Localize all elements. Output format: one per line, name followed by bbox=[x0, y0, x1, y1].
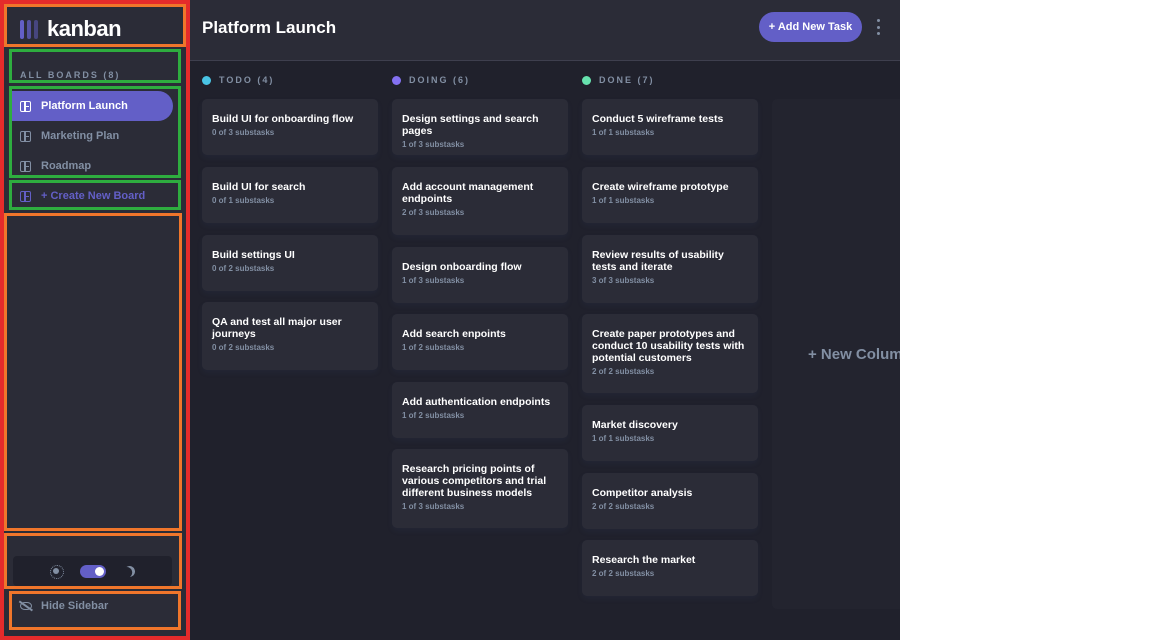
task-subtasks: 0 of 1 substasks bbox=[212, 196, 275, 205]
switch-knob bbox=[95, 566, 104, 576]
hide-sidebar-button[interactable]: Hide Sidebar bbox=[20, 598, 108, 614]
header: Platform Launch + Add New Task bbox=[190, 0, 900, 61]
task-title: Build UI for onboarding flow bbox=[212, 113, 354, 125]
task-title: Review results of usability tests and it… bbox=[592, 249, 724, 273]
task-subtasks: 1 of 2 substasks bbox=[402, 343, 465, 352]
board-icon bbox=[20, 160, 31, 172]
logo-text: kanban bbox=[47, 16, 122, 41]
column-done: DONE (7) bbox=[582, 74, 758, 86]
task-title: Research the market bbox=[592, 554, 696, 566]
task-card[interactable]: Build UI for search 0 of 1 substasks bbox=[202, 167, 378, 223]
create-board-label: + Create New Board bbox=[41, 190, 146, 202]
task-card[interactable]: Add account management endpoints 2 of 3 … bbox=[392, 167, 568, 235]
column-todo: TODO (4) bbox=[202, 74, 378, 86]
task-subtasks: 0 of 2 substasks bbox=[212, 343, 275, 352]
hide-sidebar-label: Hide Sidebar bbox=[41, 600, 109, 612]
task-subtasks: 2 of 2 substasks bbox=[592, 569, 655, 578]
sidebar-empty-region bbox=[4, 213, 182, 531]
task-card[interactable]: Competitor analysis 2 of 2 substasks bbox=[582, 473, 758, 529]
add-new-task-button[interactable]: + Add New Task bbox=[759, 12, 862, 42]
task-subtasks: 1 of 3 substasks bbox=[402, 140, 465, 149]
task-subtasks: 0 of 3 substasks bbox=[212, 128, 275, 137]
task-title: Market discovery bbox=[592, 419, 678, 431]
theme-toggle bbox=[13, 556, 172, 586]
new-column-button[interactable]: + New Column bbox=[772, 99, 900, 609]
column-header: TODO (4) bbox=[202, 74, 378, 86]
task-title: Competitor analysis bbox=[592, 487, 693, 499]
column-title: TODO (4) bbox=[219, 75, 275, 85]
column-header: DOING (6) bbox=[392, 74, 568, 86]
task-subtasks: 2 of 3 substasks bbox=[402, 208, 465, 217]
task-card[interactable]: Design onboarding flow 1 of 3 substasks bbox=[392, 247, 568, 303]
task-card[interactable]: Build settings UI 0 of 2 substasks bbox=[202, 235, 378, 291]
status-dot bbox=[582, 75, 591, 85]
task-title: Conduct 5 wireframe tests bbox=[592, 113, 724, 125]
board-icon bbox=[20, 130, 31, 142]
sidebar-item-roadmap[interactable]: Roadmap bbox=[12, 151, 173, 181]
column-doing: DOING (6) bbox=[392, 74, 568, 86]
task-title: Add authentication endpoints bbox=[402, 396, 551, 408]
task-title: Design settings and search pages bbox=[402, 113, 539, 137]
board-icon bbox=[20, 100, 31, 112]
page-title: Platform Launch bbox=[202, 18, 337, 37]
task-card[interactable]: Design settings and search pages 1 of 3 … bbox=[392, 99, 568, 155]
task-title: QA and test all major user journeys bbox=[212, 316, 342, 340]
task-card[interactable]: Market discovery 1 of 1 substasks bbox=[582, 405, 758, 461]
theme-switch[interactable] bbox=[80, 564, 106, 578]
task-title: Add account management endpoints bbox=[402, 181, 534, 205]
task-subtasks: 1 of 3 substasks bbox=[402, 276, 465, 285]
sun-icon bbox=[50, 565, 64, 579]
logo: kanban bbox=[20, 16, 122, 42]
sidebar-item-label: Marketing Plan bbox=[41, 130, 120, 142]
sidebar-item-marketing-plan[interactable]: Marketing Plan bbox=[12, 121, 173, 151]
task-subtasks: 1 of 2 substasks bbox=[402, 411, 465, 420]
eye-slash-icon bbox=[20, 602, 32, 610]
column-header: DONE (7) bbox=[582, 74, 758, 86]
column-title: DONE (7) bbox=[599, 75, 655, 85]
task-title: Create paper prototypes and conduct 10 u… bbox=[592, 328, 745, 364]
task-title: Build UI for search bbox=[212, 181, 306, 193]
create-new-board-button[interactable]: + Create New Board bbox=[12, 181, 173, 211]
task-subtasks: 1 of 1 substasks bbox=[592, 434, 655, 443]
status-dot bbox=[392, 75, 401, 85]
task-title: Add search enpoints bbox=[402, 328, 506, 340]
task-title: Create wireframe prototype bbox=[592, 181, 729, 193]
task-card[interactable]: Build UI for onboarding flow 0 of 3 subs… bbox=[202, 99, 378, 155]
sidebar-item-platform-launch[interactable]: Platform Launch bbox=[12, 91, 173, 121]
task-card[interactable]: Create paper prototypes and conduct 10 u… bbox=[582, 314, 758, 393]
task-card[interactable]: QA and test all major user journeys 0 of… bbox=[202, 302, 378, 370]
task-card[interactable]: Review results of usability tests and it… bbox=[582, 235, 758, 303]
sidebar-item-label: Platform Launch bbox=[41, 100, 128, 112]
board-icon bbox=[20, 190, 31, 202]
task-subtasks: 3 of 3 substasks bbox=[592, 276, 655, 285]
logo-icon bbox=[20, 19, 38, 39]
moon-icon bbox=[122, 564, 136, 578]
task-card[interactable]: Research the market 2 of 2 substasks bbox=[582, 540, 758, 596]
task-subtasks: 2 of 2 substasks bbox=[592, 502, 655, 511]
task-card[interactable]: Conduct 5 wireframe tests 1 of 1 substas… bbox=[582, 99, 758, 155]
task-card[interactable]: Research pricing points of various compe… bbox=[392, 449, 568, 528]
all-boards-heading: ALL BOARDS (8) bbox=[20, 70, 121, 80]
task-title: Design onboarding flow bbox=[402, 261, 522, 273]
task-subtasks: 1 of 1 substasks bbox=[592, 128, 655, 137]
task-title: Build settings UI bbox=[212, 249, 295, 261]
task-card[interactable]: Add authentication endpoints 1 of 2 subs… bbox=[392, 382, 568, 438]
task-card[interactable]: Add search enpoints 1 of 2 substasks bbox=[392, 314, 568, 370]
task-card[interactable]: Create wireframe prototype 1 of 1 substa… bbox=[582, 167, 758, 223]
status-dot bbox=[202, 75, 211, 85]
kebab-menu-icon[interactable] bbox=[874, 19, 882, 35]
column-title: DOING (6) bbox=[409, 75, 471, 85]
kanban-app: kanban ALL BOARDS (8) Platform Launch Ma… bbox=[0, 0, 900, 640]
task-subtasks: 1 of 3 substasks bbox=[402, 502, 465, 511]
task-subtasks: 1 of 1 substasks bbox=[592, 196, 655, 205]
task-subtasks: 0 of 2 substasks bbox=[212, 264, 275, 273]
sidebar-item-label: Roadmap bbox=[41, 160, 92, 172]
task-subtasks: 2 of 2 substasks bbox=[592, 367, 655, 376]
task-title: Research pricing points of various compe… bbox=[402, 463, 547, 499]
